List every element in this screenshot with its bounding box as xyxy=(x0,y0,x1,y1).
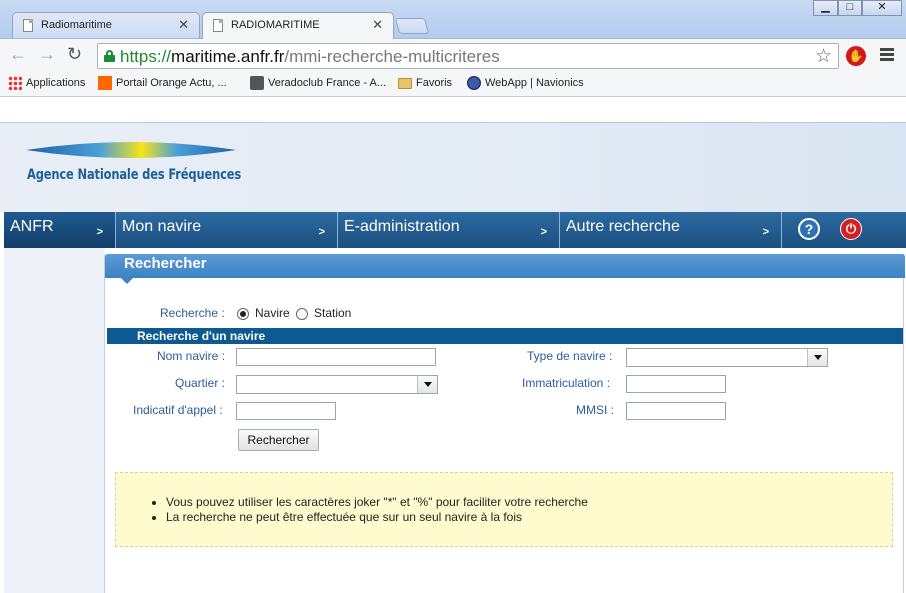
quartier-label: Quartier : xyxy=(175,376,226,390)
orange-logo-icon xyxy=(98,76,112,90)
browser-toolbar: ← → ↻ https://maritime.anfr.fr/mmi-reche… xyxy=(0,38,906,71)
type-navire-select[interactable] xyxy=(626,348,828,367)
bookmarks-bar: Applications Portail Orange Actu, ... Ve… xyxy=(0,71,906,97)
mmsi-input[interactable] xyxy=(626,402,726,420)
bookmark-portail-orange[interactable]: Portail Orange Actu, ... xyxy=(98,76,227,90)
maximize-window-button[interactable]: □ xyxy=(838,0,862,16)
search-mode-label: Recherche : xyxy=(160,306,225,320)
browser-titlebar: Radiomaritime ✕ RADIOMARITIME ✕ ▁ □ ✕ xyxy=(0,0,906,39)
power-icon[interactable]: ⏻ xyxy=(840,218,862,240)
chevron-right-icon: > xyxy=(96,226,103,238)
tab-close-icon[interactable]: ✕ xyxy=(372,17,383,33)
bookmark-navionics[interactable]: WebApp | Navionics xyxy=(467,76,584,90)
indicatif-input[interactable] xyxy=(236,402,336,420)
top-strip xyxy=(0,97,906,123)
indicatif-label: Indicatif d'appel : xyxy=(133,403,223,417)
main-navigation: ANFR > Mon navire > E-administration > Autr… xyxy=(4,212,906,248)
back-arrow-icon[interactable]: ← xyxy=(9,44,27,65)
tab-close-icon[interactable]: ✕ xyxy=(178,17,189,33)
browser-tab-active[interactable]: RADIOMARITIME ✕ xyxy=(202,12,394,39)
new-tab-button[interactable] xyxy=(394,18,430,34)
chevron-right-icon: > xyxy=(762,226,769,238)
info-item: La recherche ne peut être effectuée que … xyxy=(166,510,588,524)
type-navire-label: Type de navire : xyxy=(527,349,613,363)
browser-tab-radiomaritime[interactable]: Radiomaritime ✕ xyxy=(12,12,200,38)
bookmark-veradoclub[interactable]: Veradoclub France - A... xyxy=(250,76,386,90)
bookmark-favoris[interactable]: Favoris xyxy=(398,77,452,89)
url-text: https://maritime.anfr.fr/mmi-recherche-m… xyxy=(120,47,500,66)
rechercher-button[interactable]: Rechercher xyxy=(238,429,319,451)
info-list: Vous pouvez utiliser les caractères joke… xyxy=(166,495,588,525)
radio-navire-label[interactable]: Navire xyxy=(255,306,290,320)
page-icon xyxy=(213,19,223,32)
radio-station-label[interactable]: Station xyxy=(314,306,351,320)
folder-icon xyxy=(398,78,412,89)
web-page: Agence Nationale des Fréquences ANFR > Mo… xyxy=(0,97,906,593)
nav-item-autre-recherche[interactable]: Autre recherche > xyxy=(560,212,782,248)
chevron-right-icon: > xyxy=(540,226,547,238)
lock-icon xyxy=(104,50,115,62)
radio-station[interactable] xyxy=(296,308,308,320)
nav-item-anfr[interactable]: ANFR > xyxy=(4,212,116,248)
mmsi-label: MMSI : xyxy=(576,403,614,417)
search-panel: Rechercher Recherche : Navire Station Re… xyxy=(104,254,905,593)
left-column xyxy=(4,248,104,593)
section-header: Recherche d'un navire xyxy=(107,328,903,344)
site-header: Agence Nationale des Fréquences xyxy=(0,123,906,212)
radio-navire[interactable] xyxy=(237,308,249,320)
chevron-down-icon[interactable] xyxy=(417,376,437,393)
menu-icon[interactable] xyxy=(880,48,894,63)
nom-navire-label: Nom navire : xyxy=(157,349,226,363)
site-logo-text[interactable]: Agence Nationale des Fréquences xyxy=(27,167,241,183)
apps-grid-icon xyxy=(8,76,22,90)
nav-item-e-administration[interactable]: E-administration > xyxy=(338,212,560,248)
minimize-window-button[interactable]: ▁ xyxy=(813,0,838,16)
tab-title: Radiomaritime xyxy=(41,19,112,31)
reload-icon[interactable]: ↻ xyxy=(67,44,82,65)
veradoclub-icon xyxy=(250,76,264,90)
bookmark-star-icon[interactable]: ☆ xyxy=(815,45,832,68)
help-icon[interactable]: ? xyxy=(798,218,820,240)
close-window-button[interactable]: ✕ xyxy=(862,0,902,16)
panel-notch xyxy=(121,278,133,284)
page-icon xyxy=(23,19,33,32)
immatriculation-input[interactable] xyxy=(626,375,726,393)
tab-title: RADIOMARITIME xyxy=(231,19,320,31)
immatriculation-label: Immatriculation : xyxy=(522,376,611,390)
info-box: Vous pouvez utiliser les caractères joke… xyxy=(115,472,893,547)
chevron-right-icon: > xyxy=(318,226,325,238)
anfr-logo-swoosh-icon xyxy=(26,142,236,158)
globe-icon xyxy=(467,76,481,90)
adblock-stop-icon[interactable]: ✋ xyxy=(846,46,866,66)
panel-title: Rechercher xyxy=(124,255,207,272)
nom-navire-input[interactable] xyxy=(236,348,436,366)
section-title: Recherche d'un navire xyxy=(137,329,266,343)
chevron-down-icon[interactable] xyxy=(807,349,827,366)
info-item: Vous pouvez utiliser les caractères joke… xyxy=(166,495,588,509)
bookmark-applications[interactable]: Applications xyxy=(8,76,85,90)
address-bar[interactable]: https://maritime.anfr.fr/mmi-recherche-m… xyxy=(97,43,839,69)
nav-item-mon-navire[interactable]: Mon navire > xyxy=(116,212,338,248)
panel-header: Rechercher xyxy=(105,254,905,278)
quartier-select[interactable] xyxy=(236,375,438,394)
forward-arrow-icon[interactable]: → xyxy=(38,44,56,65)
